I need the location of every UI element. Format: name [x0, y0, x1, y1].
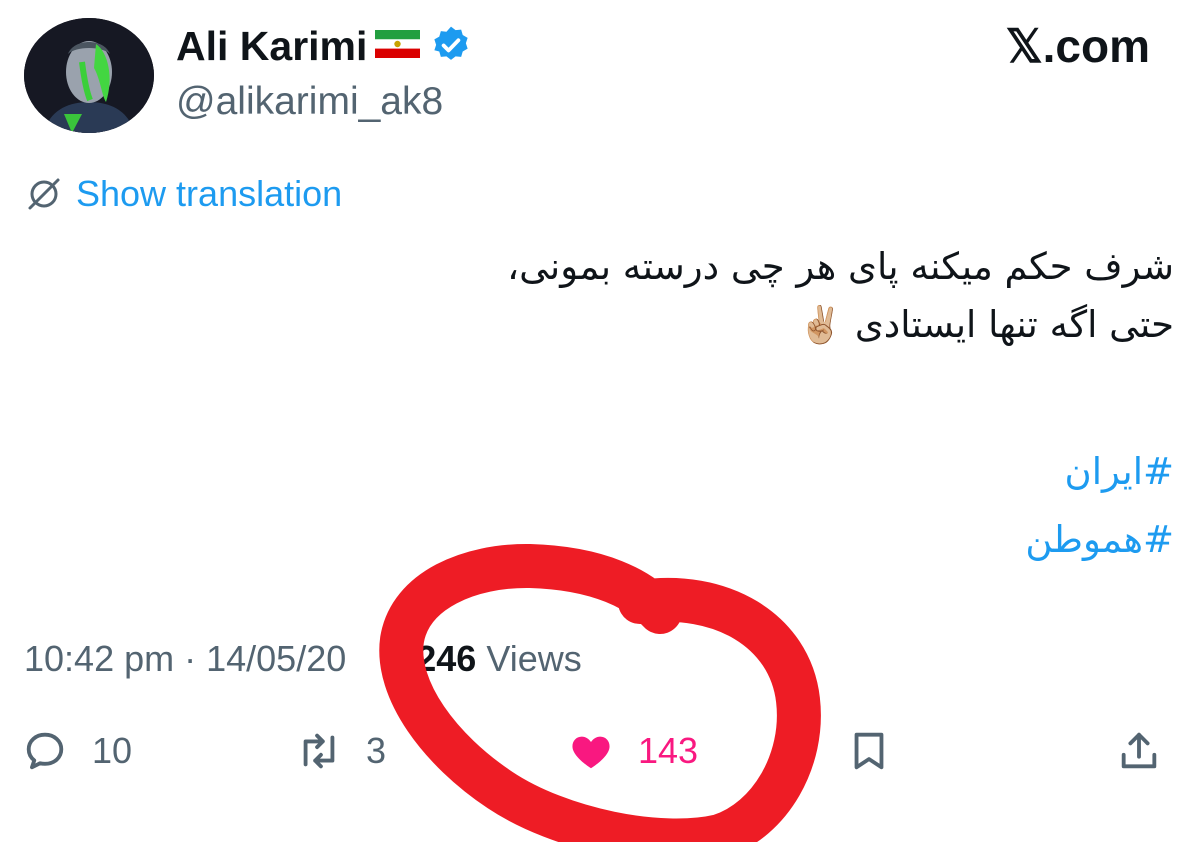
bookmark-icon: [854, 732, 884, 770]
author-display-name[interactable]: Ali Karimi: [176, 22, 367, 70]
separator-dot: ·: [184, 638, 197, 679]
like-count: 143: [638, 730, 699, 771]
hashtag-link-hamvatan[interactable]: #هموطن: [574, 506, 1174, 574]
views-count[interactable]: 246: [416, 638, 476, 680]
hashtag-link-iran[interactable]: #ایران: [574, 438, 1174, 506]
views-label: Views: [486, 638, 582, 679]
flag-icon: [375, 30, 420, 58]
author-handle[interactable]: @alikarimi_ak8: [176, 79, 443, 125]
show-translation-label: Show translation: [76, 173, 343, 214]
show-translation-button[interactable]: Show translation: [24, 172, 342, 216]
tweet-line-2-text: حتی اگه تنها ایستادی: [854, 303, 1174, 346]
verified-badge-icon: [434, 26, 468, 60]
avatar-image: [24, 18, 154, 133]
hashtags: #ایران #هموطن: [574, 438, 1174, 574]
site-logo: 𝕏.com: [1005, 20, 1150, 72]
heart-icon: [572, 736, 610, 769]
share-button[interactable]: [1116, 725, 1162, 777]
tweet-date[interactable]: 14/05/20: [206, 638, 346, 680]
reply-icon: [26, 732, 64, 770]
separator-dot: ·: [394, 638, 407, 679]
tweet-metadata: 10:42 pm · 14/05/20 · 246 Views: [24, 636, 582, 682]
share-icon: [1121, 732, 1157, 769]
retweet-count: 3: [366, 730, 387, 771]
tweet-text: شرف حکم میکنه پای هر چی درسته بمونی، حتی…: [274, 238, 1174, 355]
tweet-time[interactable]: 10:42 pm: [24, 638, 174, 680]
victory-hand-emoji: ✌🏼: [798, 305, 844, 346]
tweet-line-2: حتی اگه تنها ایستادی ✌🏼: [274, 296, 1174, 355]
translate-icon: [28, 178, 60, 210]
retweet-icon: [303, 733, 335, 769]
retweet-button[interactable]: 3: [296, 725, 386, 777]
tweet-line-1: شرف حکم میکنه پای هر چی درسته بمونی،: [507, 245, 1174, 288]
reply-count: 10: [92, 730, 133, 771]
like-button[interactable]: 143: [568, 725, 698, 777]
red-annotation-circle: [379, 543, 821, 842]
avatar[interactable]: [24, 18, 154, 133]
bookmark-button[interactable]: [846, 725, 892, 777]
reply-button[interactable]: 10: [22, 725, 132, 777]
